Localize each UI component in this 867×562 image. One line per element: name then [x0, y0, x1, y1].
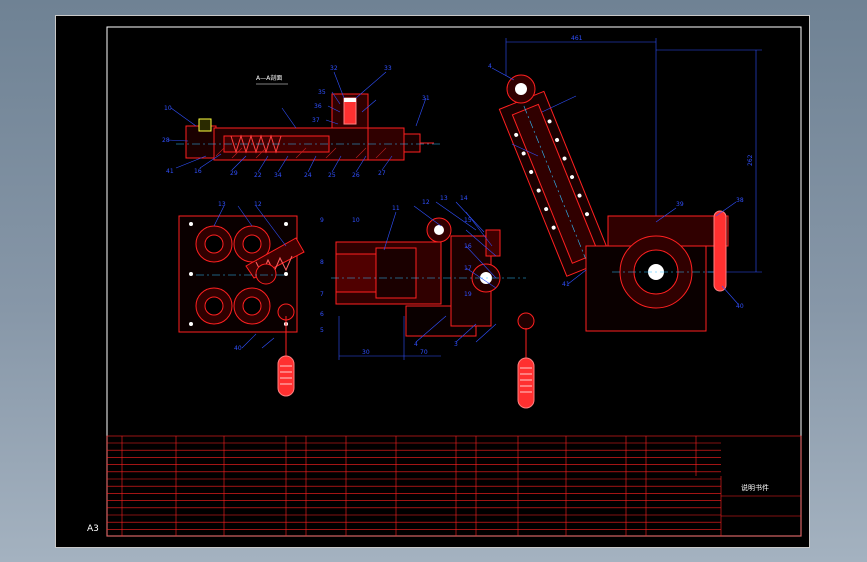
plan-view: [178, 205, 305, 397]
balloon: 29: [230, 170, 238, 177]
balloon: 41: [562, 281, 570, 288]
balloon: 31: [422, 95, 430, 102]
section-view: A—A剖面: [167, 71, 441, 173]
balloon: 19: [464, 291, 472, 298]
balloon: 12: [422, 199, 430, 206]
side-view: [491, 38, 762, 332]
balloon: 24: [304, 172, 312, 179]
dimension-front-right: 70: [420, 349, 428, 356]
sheet-size-label: A3: [87, 524, 99, 534]
balloon: 26: [352, 172, 360, 179]
balloon: 40: [736, 303, 744, 310]
balloon: 41: [166, 168, 174, 175]
balloon: 11: [392, 205, 400, 212]
balloon: 12: [254, 201, 262, 208]
balloon: 6: [320, 311, 324, 318]
balloon: 17: [464, 265, 472, 272]
balloon: 15: [464, 217, 472, 224]
balloon: 38: [736, 197, 744, 204]
balloon: 32: [330, 65, 338, 72]
section-label: A—A剖面: [256, 74, 282, 82]
balloon: 16: [464, 243, 472, 250]
title-text: 说明书件: [741, 483, 769, 492]
balloon: 36: [314, 103, 322, 110]
balloon: 13: [440, 195, 448, 202]
balloon: 9: [320, 217, 324, 224]
balloon: 40: [234, 345, 242, 352]
balloon: 33: [384, 65, 392, 72]
balloon: 35: [318, 89, 326, 96]
balloon: 10: [352, 217, 360, 224]
balloon: 34: [274, 172, 282, 179]
parts-list: [106, 435, 802, 537]
balloon: 13: [218, 201, 226, 208]
balloon: 4: [414, 341, 418, 348]
balloon: 27: [378, 170, 386, 177]
balloon: 5: [320, 327, 324, 334]
dimension-vertical: 262: [747, 154, 754, 166]
balloon: 4: [488, 63, 492, 70]
balloon: 37: [312, 117, 320, 124]
balloon: 39: [676, 201, 684, 208]
balloon: 3: [454, 341, 458, 348]
balloon: 14: [460, 195, 468, 202]
cad-drawing: A—A剖面 10 28 41 16 29 22 34 24 25 26 27 3…: [106, 26, 802, 537]
balloon: 25: [328, 172, 336, 179]
balloon: 28: [162, 137, 170, 144]
dimension-top-overall: 461: [571, 35, 583, 42]
front-view: [331, 201, 535, 409]
balloon: 8: [320, 259, 324, 266]
balloon: 7: [320, 291, 324, 298]
balloon: 16: [194, 168, 202, 175]
dimension-front-left: 30: [362, 349, 370, 356]
balloon: 22: [254, 172, 262, 179]
balloon: 10: [164, 105, 172, 112]
drawing-sheet: A—A剖面 10 28 41 16 29 22 34 24 25 26 27 3…: [55, 15, 810, 548]
